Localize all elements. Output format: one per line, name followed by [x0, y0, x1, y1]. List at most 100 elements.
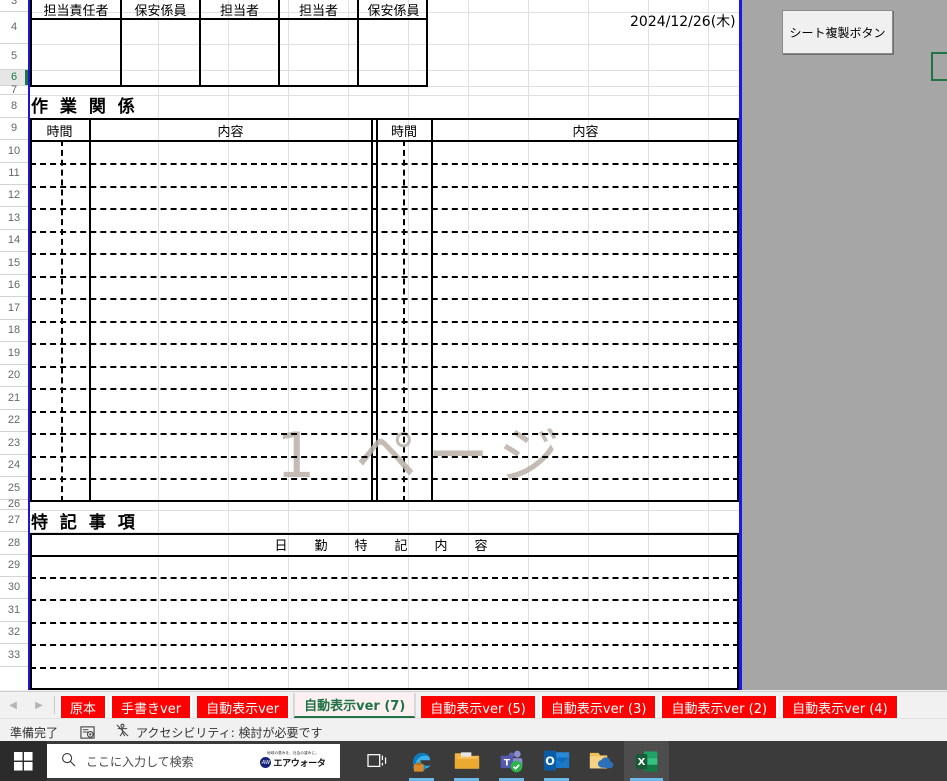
work-row-separator [30, 253, 739, 255]
row-header-label: 15 [7, 256, 21, 269]
logo-mark: AW [260, 757, 272, 769]
work-row-separator [30, 185, 739, 188]
row-header-27[interactable]: 27 [0, 510, 28, 532]
work-row-separator [30, 410, 739, 413]
row-header-3[interactable]: 3 [0, 0, 28, 12]
air-water-logo: 地球の恵みを、社会の望みに。 AW エアウォータ [252, 747, 334, 774]
row-header-20[interactable]: 20 [0, 365, 28, 387]
task-view-icon[interactable] [354, 741, 399, 781]
row-header-label: 26 [7, 498, 21, 510]
row-header-18[interactable]: 18 [0, 320, 28, 342]
row-header-32[interactable]: 32 [0, 622, 28, 644]
sheet-tab-label: 自動表示ver (4) [792, 701, 888, 717]
sheet-tabs[interactable]: 原本 手書きver 自動表示ver 自動表示ver (7) 自動表示ver (5) 自動表… [59, 692, 902, 719]
row-header-15[interactable]: 15 [0, 252, 28, 275]
macro-record-icon[interactable] [80, 725, 95, 740]
folder-cloud-icon[interactable] [579, 741, 624, 781]
row-header-26[interactable]: 26 [0, 498, 28, 510]
tab-separator [54, 696, 55, 714]
microsoft-outlook-icon[interactable]: O [534, 741, 579, 781]
cell-selection-outline[interactable] [931, 52, 947, 81]
work-col-mid-right [376, 118, 378, 502]
worksheet-area[interactable]: 3 4 5 6 7 8 9 10 11 12 13 14 15 16 17 18 19 20 21 22 23 24 25 2… [0, 0, 947, 690]
tab-scroll-next-icon[interactable]: ▶ [26, 694, 52, 716]
row-header-label: 17 [7, 301, 21, 314]
sheet-tab-4[interactable]: 自動表示ver (5) [419, 695, 537, 719]
accessibility-status[interactable]: アクセシビリティ: 検討が必要です [115, 723, 323, 741]
sheet-tab-0[interactable]: 原本 [59, 695, 108, 719]
accessibility-icon [115, 723, 130, 741]
signature-header-1: 保安係員 [134, 3, 187, 19]
row-header-21[interactable]: 21 [0, 387, 28, 410]
page-break-line-right [739, 0, 742, 690]
row-header-4[interactable]: 4 [0, 12, 28, 44]
microsoft-teams-icon[interactable]: T [489, 741, 534, 781]
row-header-28[interactable]: 28 [0, 532, 28, 555]
row-header-10[interactable]: 10 [0, 140, 28, 163]
row-header-label: 9 [10, 122, 18, 134]
windows-start-icon[interactable] [0, 741, 47, 781]
work-row-separator [30, 365, 739, 368]
row-header-25[interactable]: 25 [0, 477, 28, 500]
row-header-9[interactable]: 9 [0, 118, 28, 140]
work-row-separator [30, 455, 739, 458]
row-header-23[interactable]: 23 [0, 432, 28, 455]
work-table [30, 118, 739, 502]
row-header-8[interactable]: 8 [0, 95, 28, 118]
microsoft-excel-icon[interactable]: X [624, 741, 669, 781]
work-header-content-2: 内容 [572, 124, 599, 140]
work-col-time2-right [431, 118, 433, 502]
row-header-gutter[interactable]: 3 4 5 6 7 8 9 10 11 12 13 14 15 16 17 18 19 20 21 22 23 24 25 2… [0, 0, 28, 690]
row-header-label: 29 [7, 559, 21, 571]
row-header-11[interactable]: 11 [0, 163, 28, 185]
row-header-12[interactable]: 12 [0, 185, 28, 207]
notes-row-separator [30, 577, 739, 579]
microsoft-edge-icon[interactable] [399, 741, 444, 781]
row-header-label: 33 [7, 648, 21, 661]
sheet-tab-label: 原本 [70, 701, 97, 717]
row-header-30[interactable]: 30 [0, 577, 28, 599]
row-header-label: 31 [7, 603, 21, 616]
sheet-tab-7[interactable]: 自動表示ver (4) [781, 695, 899, 719]
row-header-33[interactable]: 33 [0, 644, 28, 667]
svg-text:T: T [504, 757, 511, 768]
row-header-29[interactable]: 29 [0, 555, 28, 577]
frozen-pane-border [28, 0, 30, 690]
signature-header-3: 担当者 [298, 3, 338, 19]
notes-table-header-rule [30, 555, 739, 557]
sheet-tab-1[interactable]: 手書きver [110, 695, 193, 719]
row-header-14[interactable]: 14 [0, 230, 28, 252]
row-header-7[interactable]: 7 [0, 83, 28, 96]
row-header-label: 5 [10, 50, 18, 62]
sheet-tab-bar[interactable]: ◀ ▶ 原本 手書きver 自動表示ver 自動表示ver (7) 自動表示ver (5… [0, 691, 947, 719]
sheet-tab-5[interactable]: 自動表示ver (3) [539, 695, 658, 719]
row-header-31[interactable]: 31 [0, 599, 28, 622]
copy-sheet-button[interactable]: シート複製ボタン [782, 10, 893, 54]
row-header-16[interactable]: 16 [0, 275, 28, 297]
sheet-tab-label: 自動表示ver (5) [430, 701, 526, 717]
row-header-label: 6 [10, 71, 18, 83]
file-explorer-icon[interactable] [444, 741, 489, 781]
sheet-tab-3[interactable]: 自動表示ver (7) [293, 692, 417, 719]
row-header-22[interactable]: 22 [0, 410, 28, 432]
row-header-24[interactable]: 24 [0, 455, 28, 477]
accessibility-label: アクセシビリティ: 検討が必要です [136, 725, 323, 740]
row-header-13[interactable]: 13 [0, 207, 28, 230]
sheet-tab-2[interactable]: 自動表示ver [195, 695, 291, 719]
sheet-tab-6[interactable]: 自動表示ver (2) [660, 695, 779, 719]
taskbar-search-box[interactable]: ここに入力して検索 地球の恵みを、社会の望みに。 AW エアウォータ [47, 744, 340, 778]
logo-tagline: 地球の恵みを、社会の望みに。 [267, 750, 319, 755]
row-header-label: 7 [10, 83, 18, 96]
worksheet-canvas[interactable]: 担当責任者 保安係員 担当者 担当者 保安係員 2024/12/26(木) 作 … [30, 0, 739, 690]
windows-taskbar[interactable]: ここに入力して検索 地球の恵みを、社会の望みに。 AW エアウォータ T O X [0, 741, 947, 781]
row-header-19[interactable]: 19 [0, 342, 28, 365]
work-row-separator [30, 208, 739, 210]
notes-row-separator [30, 644, 739, 646]
tab-scroll-prev-icon[interactable]: ◀ [0, 694, 26, 716]
row-header-17[interactable]: 17 [0, 297, 28, 320]
excel-window: 3 4 5 6 7 8 9 10 11 12 13 14 15 16 17 18 19 20 21 22 23 24 25 2… [0, 0, 947, 781]
work-row-separator [30, 320, 739, 323]
row-header-5[interactable]: 5 [0, 44, 28, 70]
search-placeholder: ここに入力して検索 [86, 754, 194, 769]
work-row-separator [30, 478, 739, 480]
